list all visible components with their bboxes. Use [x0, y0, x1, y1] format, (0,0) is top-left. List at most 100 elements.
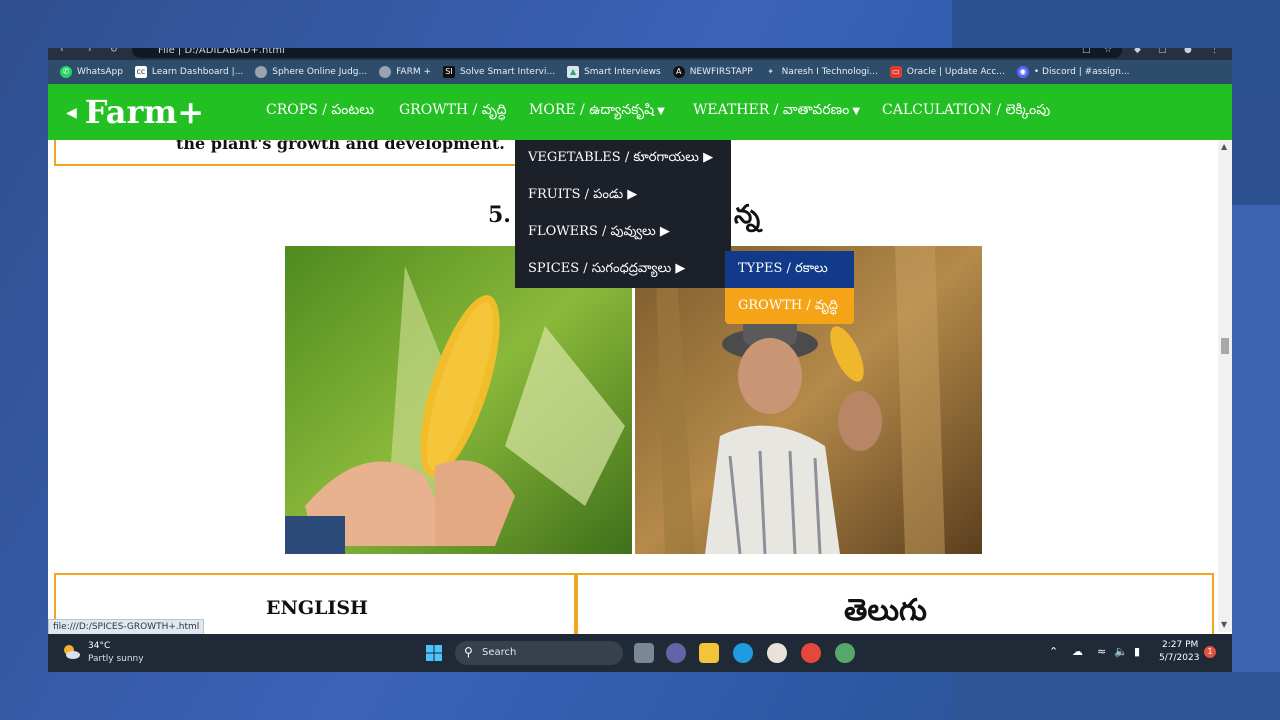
- bookmark-smart-interviews[interactable]: ▲ Smart Interviews: [567, 66, 661, 78]
- wifi-icon[interactable]: ≈: [1097, 645, 1106, 658]
- browser-window: ‹ › ↻ File | D:/ADILABAD+.html □ ☆ ◆ ▢ ●…: [48, 48, 1232, 672]
- weather-temperature[interactable]: 34°C: [88, 641, 110, 651]
- nav-growth-label: GROWTH / వృద్ధి: [399, 102, 507, 118]
- bookmark-star-icon[interactable]: ☆: [1104, 48, 1112, 55]
- caret-right-icon: ▶: [659, 224, 670, 239]
- nav-weather-label: WEATHER / వాతావరణం: [693, 102, 850, 118]
- share-icon[interactable]: □: [1082, 48, 1091, 55]
- forward-icon[interactable]: ›: [88, 48, 92, 55]
- nav-calculation-label: CALCULATION / లెక్కింపు: [882, 102, 1051, 118]
- si-icon: SI: [443, 66, 456, 78]
- caret-right-icon: ▶: [675, 261, 686, 276]
- globe-icon: [379, 66, 392, 78]
- clock-time[interactable]: 2:27 PM: [1162, 640, 1198, 650]
- bookmark-sphere-online-judge[interactable]: Sphere Online Judg...: [255, 66, 367, 78]
- back-triangle-icon: ◀: [66, 105, 77, 121]
- section-heading-tail: న్న: [734, 200, 760, 230]
- a-icon: A: [672, 66, 685, 78]
- notification-badge[interactable]: 1: [1204, 646, 1216, 658]
- dropdown-item-flowers[interactable]: FLOWERS / పువ్వులు ▶: [528, 224, 670, 242]
- windows-start-icon[interactable]: [426, 645, 442, 661]
- dropdown-label: SPICES / సుగంధద్రవ్యాలు: [528, 261, 672, 276]
- bookmark-label: Smart Interviews: [584, 67, 661, 77]
- dropdown-label: VEGETABLES / కూరగాయలు: [528, 150, 699, 165]
- reload-icon[interactable]: ↻: [110, 48, 118, 55]
- nav-growth[interactable]: GROWTH / వృద్ధి: [399, 102, 507, 121]
- bookmark-label: NEWFIRSTAPP: [689, 67, 753, 77]
- bookmark-label: • Discord | #assign...: [1033, 67, 1130, 77]
- clock-date[interactable]: 5/7/2023: [1159, 653, 1199, 663]
- battery-icon[interactable]: ▮: [1134, 645, 1140, 658]
- task-view-icon[interactable]: [634, 643, 654, 663]
- tray-chevron-icon[interactable]: ⌃: [1049, 645, 1058, 658]
- weather-description[interactable]: Partly sunny: [88, 654, 144, 664]
- english-heading: ENGLISH: [266, 597, 368, 619]
- profile-avatar-icon[interactable]: ●: [1184, 48, 1192, 55]
- page-scrollbar[interactable]: ▲ ▼: [1218, 140, 1232, 632]
- nav-crops[interactable]: CROPS / పంటలు: [266, 102, 374, 121]
- browser-toolbar: ‹ › ↻ File | D:/ADILABAD+.html □ ☆ ◆ ▢ ●…: [48, 48, 1232, 60]
- chrome-browser-icon[interactable]: [801, 643, 821, 663]
- desktop-background-strip: [1232, 205, 1280, 720]
- bookmark-whatsapp[interactable]: ✆ WhatsApp: [60, 66, 123, 78]
- dropdown-item-spices[interactable]: SPICES / సుగంధద్రవ్యాలు ▶: [528, 261, 685, 279]
- oracle-icon: ▭: [889, 66, 902, 78]
- bookmark-label: Sphere Online Judg...: [272, 67, 368, 77]
- bookmark-label: Solve Smart Intervi...: [460, 67, 556, 77]
- teams-chat-icon[interactable]: [666, 643, 686, 663]
- extensions-icon[interactable]: ◆: [1134, 48, 1141, 55]
- scroll-down-arrow-icon[interactable]: ▼: [1221, 620, 1227, 629]
- app-icon[interactable]: [767, 643, 787, 663]
- caret-down-icon: ▼: [657, 106, 665, 117]
- bookmark-newfirstapp[interactable]: A NEWFIRSTAPP: [672, 66, 753, 78]
- partly-sunny-icon[interactable]: [62, 643, 80, 661]
- bookmark-label: FARM +: [396, 67, 432, 77]
- caret-right-icon: ▶: [627, 187, 638, 202]
- submenu-types-label: TYPES / రకాలు: [738, 261, 828, 276]
- bookmark-solve-smart-interviews[interactable]: SI Solve Smart Intervi...: [443, 66, 555, 78]
- address-bar-text[interactable]: File | D:/ADILABAD+.html: [158, 48, 285, 56]
- volume-muted-icon[interactable]: 🔈: [1114, 645, 1128, 658]
- section-heading: 5.: [488, 202, 511, 228]
- submenu-item-growth[interactable]: GROWTH / వృద్ధి: [725, 288, 854, 324]
- info-box: the plant's growth and development.: [54, 140, 518, 166]
- telugu-heading: తెలుగు: [844, 593, 927, 628]
- dropdown-item-vegetables[interactable]: VEGETABLES / కూరగాయలు ▶: [528, 150, 713, 168]
- file-explorer-icon[interactable]: [699, 643, 719, 663]
- nav-calculation[interactable]: CALCULATION / లెక్కింపు: [882, 102, 1050, 121]
- scrollbar-thumb[interactable]: [1221, 338, 1229, 354]
- whatsapp-icon: ✆: [60, 66, 72, 78]
- nav-weather[interactable]: WEATHER / వాతావరణం ▼: [693, 102, 860, 121]
- windows-taskbar: 34°C Partly sunny ⚲ Search ⌃ ☁ ≈ 🔈 ▮ 2:2…: [48, 634, 1232, 672]
- menu-kebab-icon[interactable]: ⋮: [1210, 48, 1219, 55]
- bookmark-learn-dashboard[interactable]: cc Learn Dashboard |...: [134, 66, 244, 78]
- dropdown-label: FRUITS / పండు: [528, 187, 624, 202]
- scroll-up-arrow-icon[interactable]: ▲: [1221, 142, 1227, 151]
- submenu-item-types[interactable]: TYPES / రకాలు: [725, 251, 854, 288]
- caret-right-icon: ▶: [703, 150, 714, 165]
- search-icon: ⚲: [464, 645, 473, 659]
- edge-browser-icon[interactable]: [733, 643, 753, 663]
- info-box-text: the plant's growth and development.: [176, 140, 505, 153]
- window-icon[interactable]: ▢: [1158, 48, 1167, 55]
- taskbar-search[interactable]: ⚲ Search: [455, 641, 623, 665]
- bookmark-label: WhatsApp: [77, 67, 123, 77]
- bookmark-label: Learn Dashboard |...: [151, 67, 244, 77]
- naresh-icon: ✦: [767, 67, 774, 76]
- bookmark-label: Naresh I Technologi...: [781, 67, 878, 77]
- desktop-background-bottom: [952, 672, 1280, 720]
- more-dropdown-menu: VEGETABLES / కూరగాయలు ▶ FRUITS / పండు ▶ …: [515, 140, 731, 288]
- globe-app-icon[interactable]: [835, 643, 855, 663]
- nav-more[interactable]: MORE / ఉద్యానకృషి ▼: [529, 102, 665, 121]
- back-icon[interactable]: ‹: [60, 48, 64, 55]
- bookmark-discord[interactable]: ◉ • Discord | #assign...: [1016, 66, 1130, 78]
- cc-icon: cc: [134, 66, 147, 78]
- bookmark-naresh-technologies[interactable]: ✦ Naresh I Technologi...: [765, 66, 878, 78]
- bookmark-oracle[interactable]: ▭ Oracle | Update Acc...: [889, 66, 1005, 78]
- site-logo[interactable]: ◀ Farm+: [66, 93, 204, 131]
- onedrive-icon[interactable]: ☁: [1072, 645, 1083, 658]
- image-icon: ▲: [567, 66, 580, 78]
- caret-down-icon: ▼: [852, 106, 861, 117]
- bookmark-farm[interactable]: FARM +: [379, 66, 431, 78]
- dropdown-item-fruits[interactable]: FRUITS / పండు ▶: [528, 187, 637, 205]
